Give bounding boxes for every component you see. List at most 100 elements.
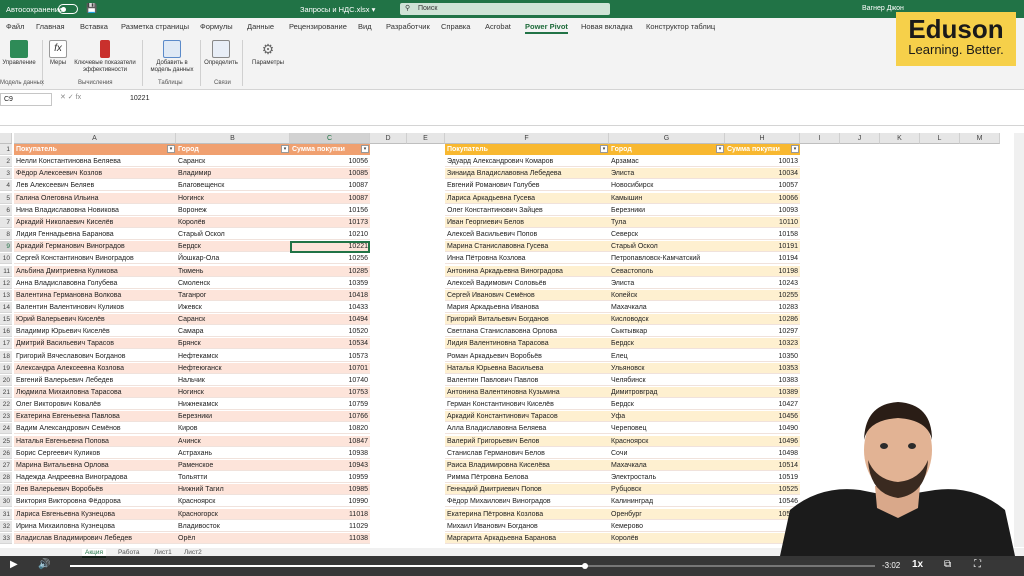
table1-cell[interactable]: Лариса Евгеньевна Кузнецова	[14, 508, 176, 520]
table1-cell[interactable]: Старый Оскол	[176, 229, 290, 241]
tab-7[interactable]: Вид	[358, 22, 372, 31]
table2-cell[interactable]: Антонина Валентиновна Кузьмина	[445, 387, 609, 398]
table2-cell[interactable]: Сочи	[609, 448, 725, 459]
table2-cell[interactable]: Зинаида Владиславовна Лебедева	[445, 168, 609, 180]
sheet-tab-2[interactable]: Лист1	[154, 549, 172, 556]
row-header[interactable]: 32	[0, 520, 12, 532]
table2-cell[interactable]: Челябинск	[609, 375, 725, 386]
table1-cell[interactable]: Григорий Вячеславович Богданов	[14, 351, 176, 362]
table2-cell[interactable]: Копейск	[609, 289, 725, 301]
table1-cell[interactable]: Саранск	[176, 314, 290, 326]
table2-cell[interactable]: Березники	[609, 205, 725, 216]
table2-cell[interactable]: Аркадий Константинович Тарасов	[445, 411, 609, 423]
formula-icons[interactable]: ✕ ✓ fx	[60, 93, 81, 101]
table2-cell[interactable]: Наталья Юрьевна Васильева	[445, 362, 609, 374]
column-header-B[interactable]: B	[176, 133, 290, 144]
table2-cell[interactable]: 10198	[725, 265, 800, 277]
column-header-K[interactable]: K	[880, 133, 920, 144]
table1-cell[interactable]: Нелли Константиновна Беляева	[14, 156, 176, 168]
table1-cell[interactable]: Евгений Валерьевич Лебедев	[14, 375, 176, 386]
play-icon[interactable]: ▶	[10, 559, 18, 570]
table1-header-2[interactable]: Сумма покупки ▾	[290, 144, 370, 155]
row-header[interactable]: 22	[0, 399, 12, 411]
row-header[interactable]: 10	[0, 253, 12, 265]
table2-cell[interactable]: Елец	[609, 351, 725, 362]
tab-6[interactable]: Рецензирование	[289, 22, 347, 31]
table2-cell[interactable]: 10093	[725, 205, 800, 216]
table1-cell[interactable]: Раменское	[176, 459, 290, 471]
table2-cell[interactable]: 10191	[725, 241, 800, 253]
table1-cell[interactable]: Бердск	[176, 241, 290, 253]
table1-cell[interactable]: Тюмень	[176, 265, 290, 277]
table1-cell[interactable]: 10056	[290, 156, 370, 168]
filter-dropdown-icon[interactable]: ▾	[791, 145, 799, 153]
table1-cell[interactable]: Киров	[176, 423, 290, 435]
table2-cell[interactable]: Мария Аркадьевна Иванова	[445, 302, 609, 313]
search-input[interactable]: ⚲ Поиск	[400, 3, 610, 15]
table1-cell[interactable]: Ижевск	[176, 302, 290, 313]
table1-cell[interactable]: Альбина Дмитриевна Куликова	[14, 265, 176, 277]
tab-5[interactable]: Данные	[247, 22, 274, 31]
table2-cell[interactable]: Эдуард Александрович Комаров	[445, 156, 609, 168]
column-header-C[interactable]: C	[290, 133, 370, 144]
table2-cell[interactable]: Светлана Станиславовна Орлова	[445, 326, 609, 338]
tab-8[interactable]: Разработчик	[386, 22, 430, 31]
table2-cell[interactable]: 10297	[725, 326, 800, 338]
table1-cell[interactable]: Благовещенск	[176, 180, 290, 192]
row-header[interactable]: 2	[0, 156, 12, 168]
table2-cell[interactable]: Элиста	[609, 168, 725, 180]
filter-dropdown-icon[interactable]: ▾	[281, 145, 289, 153]
row-header[interactable]: 18	[0, 350, 12, 362]
user-name[interactable]: Вагнер Джон	[862, 5, 904, 12]
table1-cell[interactable]: Березники	[176, 411, 290, 423]
column-header-A[interactable]: A	[14, 133, 176, 144]
table1-cell[interactable]: 10847	[290, 435, 370, 447]
table2-cell[interactable]: Михаил Иванович Богданов	[445, 521, 609, 532]
tab-3[interactable]: Разметка страницы	[121, 22, 189, 31]
fullscreen-icon[interactable]: ⛶	[974, 559, 981, 570]
table1-cell[interactable]: Вадим Александрович Семёнов	[14, 423, 176, 435]
table1-cell[interactable]: 10820	[290, 423, 370, 435]
table2-cell[interactable]: Алексей Вадимович Соловьёв	[445, 278, 609, 289]
table1-cell[interactable]: Брянск	[176, 338, 290, 350]
autosave-toggle[interactable]	[58, 4, 78, 14]
settings-button[interactable]: ⚙ Параметры	[248, 40, 288, 67]
table2-cell[interactable]: 10353	[725, 362, 800, 374]
table1-cell[interactable]: Ирина Михаиловна Кузнецова	[14, 521, 176, 532]
table1-cell[interactable]: Ачинск	[176, 435, 290, 447]
table2-cell[interactable]: Арзамас	[609, 156, 725, 168]
table1-cell[interactable]: Екатерина Евгеньевна Павлова	[14, 411, 176, 423]
table1-cell[interactable]: Надежда Андреевна Виноградова	[14, 472, 176, 484]
table2-cell[interactable]: Калининград	[609, 496, 725, 508]
kpi-button[interactable]: Ключевые показатели эффективности	[72, 40, 138, 74]
table2-cell[interactable]: Раиса Владимировна Киселёва	[445, 459, 609, 471]
table2-cell[interactable]: 10057	[725, 180, 800, 192]
tab-9[interactable]: Справка	[441, 22, 470, 31]
table1-cell[interactable]: Йошкар-Ола	[176, 253, 290, 265]
table2-header-1[interactable]: Город ▾	[609, 144, 725, 155]
manage-button[interactable]: Управление	[2, 40, 36, 67]
row-header[interactable]: 14	[0, 301, 12, 313]
row-header[interactable]: 19	[0, 362, 12, 374]
table1-cell[interactable]: Лев Алексеевич Беляев	[14, 180, 176, 192]
table2-header-0[interactable]: Покупатель ▾	[445, 144, 609, 155]
table1-cell[interactable]: 10210	[290, 229, 370, 241]
row-header[interactable]: 15	[0, 314, 12, 326]
table2-cell[interactable]: Тула	[609, 216, 725, 228]
tab-12[interactable]: Новая вкладка	[581, 22, 633, 31]
table1-cell[interactable]: 10085	[290, 168, 370, 180]
table2-cell[interactable]: Иван Георгиевич Белов	[445, 216, 609, 228]
row-header[interactable]: 24	[0, 423, 12, 435]
table2-cell[interactable]: Кемерово	[609, 521, 725, 532]
measures-button[interactable]: fx Меры	[46, 40, 70, 67]
table2-cell[interactable]: Севастополь	[609, 265, 725, 277]
table1-cell[interactable]: Борис Сергеевич Куликов	[14, 448, 176, 459]
table2-cell[interactable]: Северск	[609, 229, 725, 241]
row-header[interactable]: 30	[0, 496, 12, 508]
volume-icon[interactable]: 🔊	[38, 559, 50, 570]
table1-header-0[interactable]: Покупатель ▾	[14, 144, 176, 155]
column-header-E[interactable]: E	[407, 133, 445, 144]
sheet-tab-1[interactable]: Работа	[118, 549, 139, 556]
row-header[interactable]: 31	[0, 508, 12, 520]
table1-cell[interactable]: 10418	[290, 289, 370, 301]
